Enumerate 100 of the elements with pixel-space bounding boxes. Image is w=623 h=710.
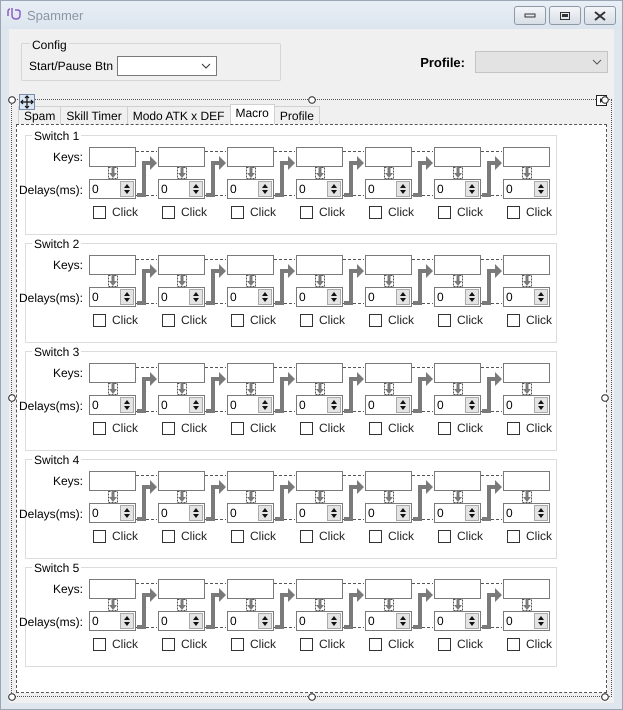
click-checkbox[interactable]: Click [93,637,138,651]
delay-spinner[interactable]: 0 [365,395,412,415]
checkbox[interactable] [162,530,175,542]
spin-buttons-icon[interactable] [258,505,272,521]
click-checkbox[interactable]: Click [300,637,345,651]
spin-buttons-icon[interactable] [534,289,548,305]
checkbox[interactable] [438,422,451,434]
click-checkbox[interactable]: Click [93,313,138,327]
delay-spinner[interactable]: 0 [503,287,550,307]
delay-spinner[interactable]: 0 [158,179,205,199]
checkbox[interactable] [162,314,175,326]
checkbox[interactable] [93,206,106,218]
key-field[interactable] [434,579,481,599]
checkbox[interactable] [162,638,175,650]
delay-spinner[interactable]: 0 [296,395,343,415]
resize-handle-icon[interactable] [601,394,609,402]
spin-buttons-icon[interactable] [465,613,479,629]
move-handle-icon[interactable] [19,94,35,110]
checkbox[interactable] [438,206,451,218]
spin-buttons-icon[interactable] [396,397,410,413]
spin-buttons-icon[interactable] [258,397,272,413]
checkbox[interactable] [438,530,451,542]
delay-spinner[interactable]: 0 [227,179,274,199]
close-button[interactable] [584,6,616,25]
click-checkbox[interactable]: Click [93,421,138,435]
click-checkbox[interactable]: Click [300,529,345,543]
key-field[interactable] [434,147,481,167]
spin-buttons-icon[interactable] [120,505,134,521]
key-field[interactable] [227,147,274,167]
click-checkbox[interactable]: Click [438,421,483,435]
click-checkbox[interactable]: Click [162,205,207,219]
delay-spinner[interactable]: 0 [434,179,481,199]
checkbox[interactable] [93,314,106,326]
delay-spinner[interactable]: 0 [227,395,274,415]
checkbox[interactable] [300,530,313,542]
delay-spinner[interactable]: 0 [89,287,136,307]
click-checkbox[interactable]: Click [438,313,483,327]
checkbox[interactable] [507,422,520,434]
key-field[interactable] [158,147,205,167]
key-field[interactable] [503,147,550,167]
click-checkbox[interactable]: Click [162,637,207,651]
key-field[interactable] [296,579,343,599]
click-checkbox[interactable]: Click [507,205,552,219]
spin-buttons-icon[interactable] [258,289,272,305]
spin-buttons-icon[interactable] [327,613,341,629]
checkbox[interactable] [162,422,175,434]
click-checkbox[interactable]: Click [369,313,414,327]
spin-buttons-icon[interactable] [189,181,203,197]
key-field[interactable] [434,255,481,275]
spin-buttons-icon[interactable] [189,613,203,629]
checkbox[interactable] [231,638,244,650]
click-checkbox[interactable]: Click [507,637,552,651]
key-field[interactable] [296,471,343,491]
checkbox[interactable] [369,206,382,218]
click-checkbox[interactable]: Click [300,205,345,219]
key-field[interactable] [227,471,274,491]
delay-spinner[interactable]: 0 [503,395,550,415]
delay-spinner[interactable]: 0 [296,503,343,523]
tab[interactable]: Profile [274,106,320,124]
key-field[interactable] [503,363,550,383]
click-checkbox[interactable]: Click [369,205,414,219]
key-field[interactable] [503,471,550,491]
key-field[interactable] [158,255,205,275]
spin-buttons-icon[interactable] [258,181,272,197]
click-checkbox[interactable]: Click [162,421,207,435]
minimize-button[interactable] [514,6,546,25]
key-field[interactable] [296,363,343,383]
spin-buttons-icon[interactable] [534,613,548,629]
spin-buttons-icon[interactable] [534,505,548,521]
spin-buttons-icon[interactable] [534,397,548,413]
checkbox[interactable] [93,530,106,542]
delay-spinner[interactable]: 0 [296,611,343,631]
delay-spinner[interactable]: 0 [89,395,136,415]
key-field[interactable] [227,363,274,383]
key-field[interactable] [158,579,205,599]
delay-spinner[interactable]: 0 [503,503,550,523]
checkbox[interactable] [369,530,382,542]
click-checkbox[interactable]: Click [93,205,138,219]
key-field[interactable] [365,363,412,383]
spin-buttons-icon[interactable] [465,289,479,305]
key-field[interactable] [158,363,205,383]
delay-spinner[interactable]: 0 [89,611,136,631]
key-field[interactable] [503,579,550,599]
click-checkbox[interactable]: Click [507,313,552,327]
key-field[interactable] [296,147,343,167]
checkbox[interactable] [369,638,382,650]
checkbox[interactable] [438,314,451,326]
checkbox[interactable] [300,314,313,326]
resize-handle-icon[interactable] [308,693,316,701]
checkbox[interactable] [369,314,382,326]
click-checkbox[interactable]: Click [93,529,138,543]
delay-spinner[interactable]: 0 [227,611,274,631]
delay-spinner[interactable]: 0 [227,503,274,523]
delay-spinner[interactable]: 0 [158,503,205,523]
checkbox[interactable] [93,638,106,650]
delay-spinner[interactable]: 0 [89,179,136,199]
spin-buttons-icon[interactable] [327,397,341,413]
checkbox[interactable] [231,206,244,218]
spin-buttons-icon[interactable] [465,505,479,521]
spin-buttons-icon[interactable] [327,505,341,521]
